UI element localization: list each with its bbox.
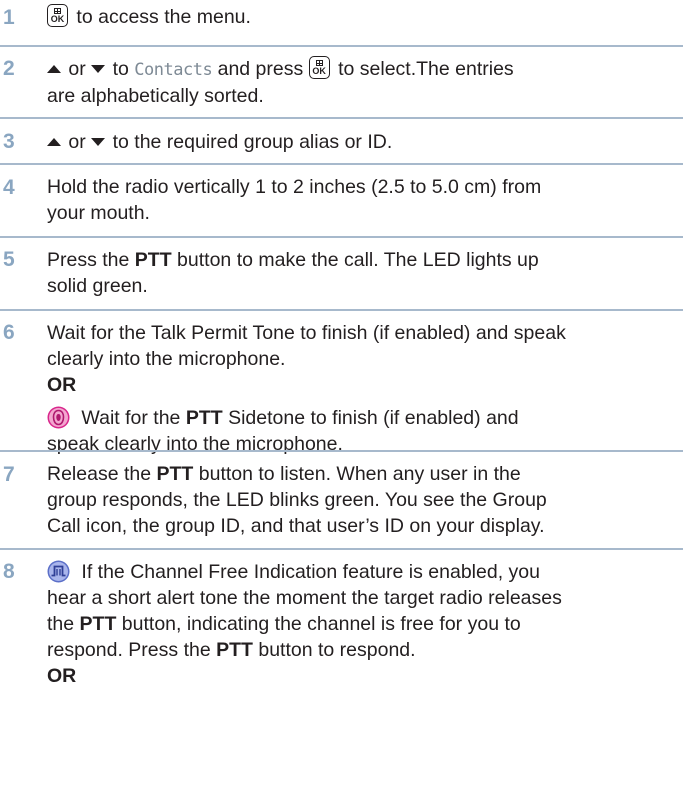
or-label: OR (47, 374, 77, 396)
step-text: or to Contacts and press OK to select.Th… (47, 56, 514, 107)
divider (0, 45, 683, 47)
divider (0, 548, 683, 550)
step-text: If the Channel Free Indication feature i… (47, 560, 562, 687)
step-number: 3 (3, 130, 15, 153)
divider (0, 236, 683, 238)
channel-free-icon (47, 560, 70, 583)
divider (0, 163, 683, 165)
up-arrow-icon (47, 138, 61, 146)
menu-ok-key-icon: OK (47, 4, 68, 27)
menu-item-contacts: Contacts (134, 60, 213, 80)
step-text: Press the PTT button to make the call. T… (47, 249, 539, 297)
up-arrow-icon (47, 65, 61, 73)
down-arrow-icon (91, 65, 106, 73)
step-text: or to the required group alias or ID. (47, 129, 670, 155)
step-number: 4 (3, 176, 15, 199)
step-number: 1 (3, 6, 15, 29)
menu-ok-key-icon: OK (308, 56, 330, 79)
divider (0, 309, 683, 311)
step-number: 5 (3, 248, 15, 271)
down-arrow-icon (91, 138, 106, 146)
ptt-sidetone-icon (47, 406, 70, 429)
step-text: Wait for the Talk Permit Tone to finish … (47, 322, 566, 455)
step-text: OK to access the menu. (47, 4, 670, 30)
or-label: OR (47, 665, 77, 687)
step-number: 2 (3, 57, 15, 80)
step-number: 8 (3, 560, 15, 583)
step-number: 6 (3, 321, 15, 344)
divider (0, 117, 683, 119)
divider (0, 450, 683, 452)
step-number: 7 (3, 463, 15, 486)
step-text: Hold the radio vertically 1 to 2 inches … (47, 176, 542, 224)
step-text: Release the PTT button to listen. When a… (47, 463, 547, 537)
